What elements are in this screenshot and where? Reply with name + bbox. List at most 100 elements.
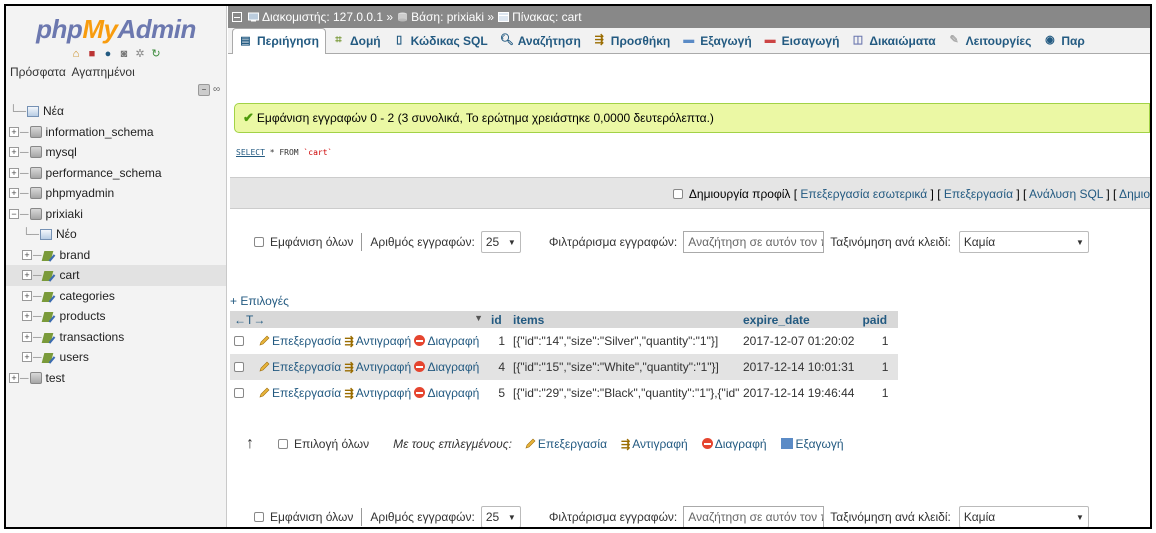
copy-link[interactable]: ⇶ Αντιγραφή: [344, 386, 411, 400]
tree-item[interactable]: + ─ transactions: [6, 327, 226, 348]
tree-item[interactable]: └─ Νέο: [6, 224, 226, 245]
bulk-export-button[interactable]: Εξαγωγή: [780, 437, 844, 451]
tab-search[interactable]: 🔍︎ Αναζήτηση: [494, 28, 587, 54]
cell-id[interactable]: 5: [487, 380, 509, 406]
favorites-tab[interactable]: Αγαπημένοι: [71, 65, 134, 79]
minimize-icon[interactable]: [232, 12, 242, 22]
expand-icon[interactable]: +: [9, 372, 19, 383]
cell-expire_date[interactable]: 2017-12-14 19:46:44: [739, 380, 859, 406]
tree-item[interactable]: + ─ brand: [6, 245, 226, 266]
delete-link[interactable]: Διαγραφή: [414, 334, 479, 348]
options-link[interactable]: + Επιλογές: [230, 294, 289, 308]
edit-link[interactable]: Επεξεργασία: [258, 334, 341, 348]
sql-query[interactable]: SELECT * FROM `cart`: [236, 148, 332, 157]
show-all-checkbox[interactable]: [254, 512, 264, 522]
tree-item[interactable]: − ─ prixiaki: [6, 204, 226, 225]
cell-items[interactable]: [{"id":"14","size":"Silver","quantity":"…: [509, 328, 739, 354]
rows-select[interactable]: 25 ▼: [480, 231, 521, 253]
expand-icon[interactable]: +: [22, 270, 32, 281]
expand-icon[interactable]: +: [22, 311, 32, 322]
expand-icon[interactable]: +: [9, 126, 19, 137]
cell-items[interactable]: [{"id":"29","size":"Black","quantity":"1…: [509, 380, 739, 406]
help-icon[interactable]: ●: [102, 47, 115, 60]
filter-input[interactable]: Αναζήτηση σε αυτόν τον πί: [683, 231, 825, 253]
inline-edit-link[interactable]: Επεξεργασία εσωτερικά: [800, 187, 927, 201]
tab-sql[interactable]: ▯ Κώδικας SQL: [387, 28, 494, 54]
expand-icon[interactable]: +: [22, 352, 32, 363]
cell-paid[interactable]: 1: [858, 354, 899, 380]
bulk-edit-button[interactable]: Επεξεργασία: [524, 437, 607, 451]
edit-link[interactable]: Επεξεργασία: [258, 360, 341, 374]
expand-icon[interactable]: +: [9, 167, 19, 178]
bulk-copy-button[interactable]: ⇶ Αντιγραφή: [621, 437, 688, 451]
filter-input[interactable]: Αναζήτηση σε αυτόν τον πί: [683, 506, 825, 527]
tab-import[interactable]: ▬ Εισαγωγή: [758, 28, 846, 54]
delete-link[interactable]: Διαγραφή: [414, 386, 479, 400]
expand-icon[interactable]: +: [22, 249, 32, 260]
analyze-sql-link[interactable]: Ανάλυση SQL: [1029, 187, 1103, 201]
tree-item[interactable]: + ─ users: [6, 347, 226, 368]
row-checkbox[interactable]: [234, 388, 244, 398]
tree-item[interactable]: └─ Νέα: [6, 101, 226, 122]
tab-tracking[interactable]: ◉ Παρ: [1037, 28, 1090, 54]
create-php-link[interactable]: Δημιο: [1119, 187, 1150, 201]
tree-item[interactable]: + ─ phpmyadmin: [6, 183, 226, 204]
rows-select[interactable]: 25 ▼: [480, 506, 521, 527]
tab-export[interactable]: ▬ Εξαγωγή: [676, 28, 757, 54]
expand-icon[interactable]: +: [9, 188, 19, 199]
show-all-checkbox[interactable]: [254, 237, 264, 247]
sort-arrow-icon[interactable]: ▼: [474, 313, 483, 323]
home-icon[interactable]: ⌂: [70, 47, 83, 60]
column-move-header[interactable]: ←T→ ▼: [230, 311, 487, 328]
breadcrumb-db[interactable]: Βάση: prixiaki »: [397, 10, 494, 24]
cell-paid[interactable]: 1: [858, 380, 899, 406]
select-all-label[interactable]: Επιλογή όλων: [294, 437, 369, 451]
tab-privileges[interactable]: ◫ Δικαιώματα: [845, 28, 941, 54]
tree-item[interactable]: + ─ cart: [6, 265, 226, 286]
recent-tab[interactable]: Πρόσφατα: [10, 65, 66, 79]
tab-structure[interactable]: ⌗ Δομή: [326, 28, 387, 54]
phpmyadmin-logo[interactable]: phpMyAdmin: [6, 6, 226, 45]
expand-icon[interactable]: +: [9, 147, 19, 158]
logout-icon[interactable]: ■: [86, 47, 99, 60]
tree-item[interactable]: + ─ categories: [6, 286, 226, 307]
profiling-checkbox[interactable]: [672, 189, 683, 199]
copy-link[interactable]: ⇶ Αντιγραφή: [344, 334, 411, 348]
edit-link[interactable]: Επεξεργασία: [944, 187, 1013, 201]
reload-icon[interactable]: ↻: [150, 47, 163, 60]
cell-items[interactable]: [{"id":"15","size":"White","quantity":"1…: [509, 354, 739, 380]
cell-expire_date[interactable]: 2017-12-14 10:01:31: [739, 354, 859, 380]
sort-select[interactable]: Καμία ▼: [958, 506, 1089, 527]
tree-item[interactable]: + ─ performance_schema: [6, 163, 226, 184]
cell-expire_date[interactable]: 2017-12-07 01:20:02: [739, 328, 859, 354]
docs-icon[interactable]: ◙: [118, 47, 131, 60]
tab-insert[interactable]: ⇶ Προσθήκη: [587, 28, 676, 54]
sort-select[interactable]: Καμία ▼: [958, 231, 1089, 253]
settings-icon[interactable]: ✲: [134, 47, 147, 60]
collapse-icon[interactable]: −: [9, 208, 19, 219]
tree-item[interactable]: + ─ test: [6, 368, 226, 389]
column-header-id[interactable]: id: [487, 311, 509, 328]
edit-link[interactable]: Επεξεργασία: [258, 386, 341, 400]
copy-link[interactable]: ⇶ Αντιγραφή: [344, 360, 411, 374]
delete-link[interactable]: Διαγραφή: [414, 360, 479, 374]
collapse-all-icon[interactable]: −: [198, 84, 210, 96]
row-checkbox[interactable]: [234, 362, 244, 372]
cell-paid[interactable]: 1: [858, 328, 899, 354]
column-header-items[interactable]: items: [509, 311, 739, 328]
tree-item[interactable]: + ─ mysql: [6, 142, 226, 163]
tree-item[interactable]: + ─ products: [6, 306, 226, 327]
bulk-delete-button[interactable]: Διαγραφή: [701, 437, 767, 451]
select-all-checkbox[interactable]: [278, 439, 288, 449]
breadcrumb-table[interactable]: Πίνακας: cart: [498, 10, 582, 24]
sql-keyword[interactable]: SELECT: [236, 148, 265, 157]
tree-item[interactable]: + ─ information_schema: [6, 122, 226, 143]
tab-browse[interactable]: ▤ Περιήγηση: [232, 27, 326, 54]
cell-id[interactable]: 4: [487, 354, 509, 380]
column-header-expire_date[interactable]: expire_date: [739, 311, 859, 328]
expand-icon[interactable]: +: [22, 331, 32, 342]
expand-icon[interactable]: +: [22, 290, 32, 301]
column-header-paid[interactable]: paid: [858, 311, 899, 328]
tab-operations[interactable]: ✎ Λειτουργίες: [942, 28, 1038, 54]
cell-id[interactable]: 1: [487, 328, 509, 354]
